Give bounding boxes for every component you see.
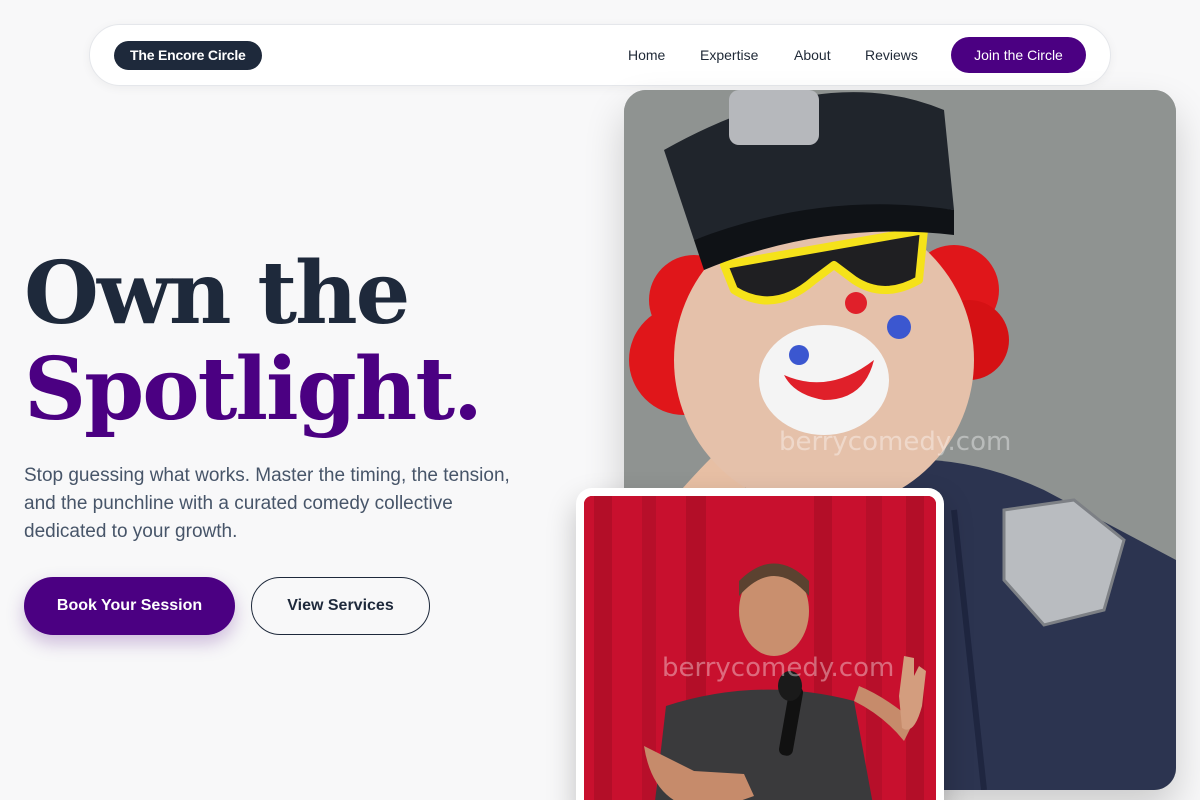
nav-link-reviews[interactable]: Reviews xyxy=(865,46,918,64)
hero-image-comedian: berrycomedy.com xyxy=(584,496,936,800)
top-nav: The Encore Circle Home Expertise About R… xyxy=(89,24,1111,86)
comedian-illustration: berrycomedy.com xyxy=(584,496,936,800)
hero-headline: Own the Spotlight. xyxy=(24,243,483,440)
book-session-button[interactable]: Book Your Session xyxy=(24,577,235,635)
secondary-image-frame: berrycomedy.com xyxy=(576,488,944,800)
headline-line-1: Own the xyxy=(24,243,410,344)
join-circle-button[interactable]: Join the Circle xyxy=(951,37,1086,73)
brand-logo[interactable]: The Encore Circle xyxy=(114,41,262,70)
nav-link-about[interactable]: About xyxy=(794,46,831,64)
nav-link-expertise[interactable]: Expertise xyxy=(700,46,758,64)
main-watermark: berrycomedy.com xyxy=(779,427,1011,457)
secondary-watermark: berrycomedy.com xyxy=(662,653,894,683)
hero-subtext: Stop guessing what works. Master the tim… xyxy=(24,465,510,542)
nav-link-home[interactable]: Home xyxy=(628,46,665,64)
view-services-button[interactable]: View Services xyxy=(251,577,430,635)
headline-line-2: Spotlight. xyxy=(24,339,483,440)
